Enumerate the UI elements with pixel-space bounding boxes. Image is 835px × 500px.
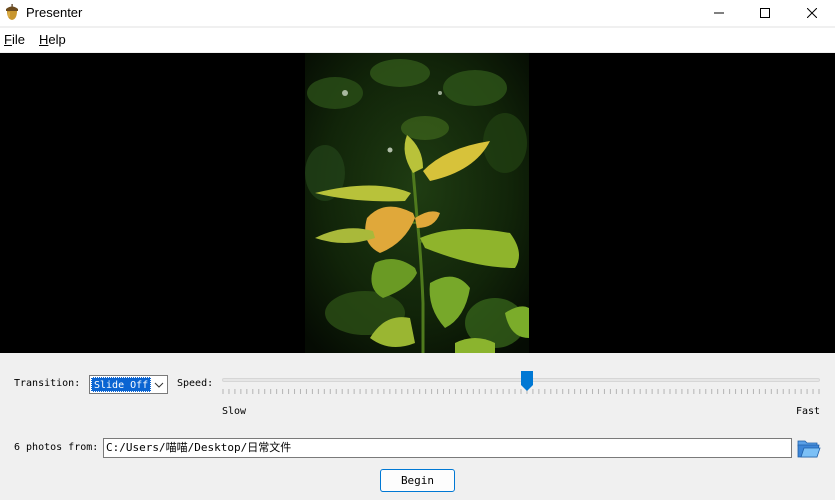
minimize-button[interactable] (696, 0, 742, 26)
speed-slow-label: Slow (222, 406, 247, 417)
folder-path-input[interactable]: C:/Users/喵喵/Desktop/日常文件 (103, 438, 792, 458)
speed-label: Speed: (177, 378, 214, 389)
speed-fast-label: Fast (796, 406, 821, 417)
maximize-button[interactable] (742, 0, 788, 26)
transition-value: Slide Off (91, 377, 152, 392)
menu-bar: File Help (0, 28, 835, 52)
menu-file-label: ile (11, 32, 25, 47)
speed-slider[interactable] (222, 370, 820, 402)
photo-preview (305, 53, 529, 353)
title-bar: Presenter (0, 0, 835, 26)
speed-slider-thumb[interactable] (521, 371, 533, 391)
photos-count-label: 6 photos from: (14, 442, 99, 453)
acorn-icon (6, 4, 18, 20)
begin-button[interactable]: Begin (380, 469, 455, 492)
close-icon (807, 8, 817, 18)
menu-help[interactable]: Help (39, 32, 66, 47)
slideshow-display (0, 53, 835, 353)
window-title: Presenter (26, 5, 83, 20)
folder-open-icon (797, 440, 821, 458)
close-button[interactable] (789, 0, 835, 26)
browse-folder-button[interactable] (797, 437, 821, 459)
maximize-icon (760, 8, 770, 18)
transition-select[interactable]: Slide Off (89, 375, 168, 394)
menu-file-accelerator: F (4, 32, 12, 47)
menu-file[interactable]: File (4, 32, 25, 47)
minimize-icon (714, 12, 724, 14)
chevron-down-icon (151, 376, 167, 393)
menu-help-accelerator: H (39, 32, 49, 47)
menu-help-label: elp (48, 32, 66, 47)
transition-label: Transition: (14, 378, 81, 389)
